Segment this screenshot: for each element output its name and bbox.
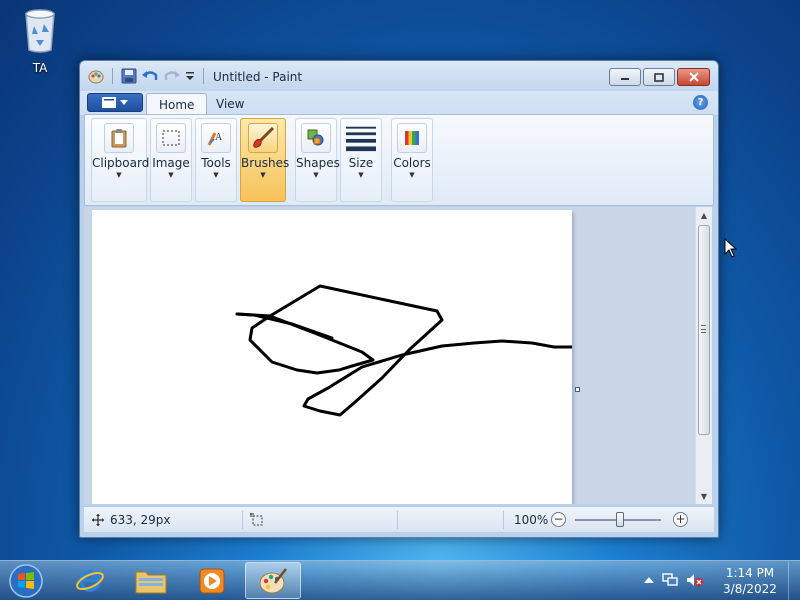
shapes-icon — [301, 123, 331, 153]
move-cursor-icon — [92, 514, 104, 526]
clipboard-icon — [104, 123, 134, 153]
quick-access-toolbar — [88, 68, 208, 84]
ribbon-group-label: Clipboard — [92, 156, 150, 170]
paint-window: Untitled - Paint Home View ? Clipboard ▼… — [79, 60, 719, 538]
minimize-button[interactable] — [609, 68, 641, 86]
drawing-canvas[interactable] — [92, 210, 574, 504]
tab-view[interactable]: View — [204, 93, 256, 115]
cursor-position: 633, 29px — [92, 513, 171, 527]
brush-icon — [248, 123, 278, 153]
ribbon-group-label: Colors — [393, 156, 431, 170]
ribbon-group-colors[interactable]: Colors ▼ — [391, 118, 433, 202]
taskbar: 1:14 PM 3/8/2022 — [0, 560, 800, 600]
taskbar-media-player[interactable] — [184, 562, 240, 599]
customize-toolbar-chevron-icon[interactable] — [185, 70, 195, 82]
ribbon-tab-bar: Home View ? — [80, 91, 718, 115]
help-icon[interactable]: ? — [693, 95, 708, 110]
status-divider — [503, 511, 504, 529]
tab-home[interactable]: Home — [146, 93, 208, 115]
zoom-level: 100% — [514, 513, 549, 527]
windows-logo-icon — [9, 564, 43, 598]
status-bar: 633, 29px 100% − + — [84, 506, 714, 532]
chevron-down-icon: ▼ — [213, 171, 219, 179]
ribbon-group-clipboard[interactable]: Clipboard ▼ — [91, 118, 150, 202]
status-divider — [242, 511, 243, 529]
taskbar-explorer[interactable] — [123, 562, 179, 599]
chevron-down-icon: ▼ — [260, 171, 266, 179]
ribbon-group-shapes[interactable]: Shapes ▼ — [295, 118, 340, 202]
undo-icon[interactable] — [141, 68, 159, 84]
redo-icon[interactable] — [163, 68, 181, 84]
mouse-pointer-icon — [724, 238, 738, 258]
paint-menu-button[interactable] — [87, 93, 143, 112]
canvas-workspace[interactable] — [84, 207, 695, 504]
internet-explorer-icon — [76, 569, 104, 592]
system-clock[interactable]: 1:14 PM 3/8/2022 — [708, 565, 792, 597]
ribbon-group-label: Image — [152, 156, 190, 170]
chevron-down-icon: ▼ — [116, 171, 122, 179]
svg-text:A: A — [215, 132, 223, 143]
ribbon-group-size[interactable]: Size ▼ — [340, 118, 382, 202]
save-icon[interactable] — [121, 68, 137, 84]
scroll-down-icon[interactable]: ▼ — [696, 488, 712, 504]
size-icon — [346, 123, 376, 153]
maximize-icon — [654, 72, 664, 82]
zoom-in-button[interactable]: + — [673, 512, 688, 527]
ribbon-group-label: Size — [348, 156, 374, 170]
ribbon-group-brushes[interactable]: Brushes ▼ — [240, 118, 290, 202]
minimize-icon — [621, 78, 629, 80]
media-player-icon — [199, 568, 225, 593]
chevron-down-icon — [120, 99, 128, 105]
recycle-bin-icon — [25, 9, 55, 53]
close-button[interactable] — [677, 68, 710, 86]
volume-muted-icon[interactable] — [686, 573, 704, 587]
recycle-bin-desktop-icon[interactable]: TA — [14, 6, 66, 75]
chevron-down-icon: ▼ — [168, 171, 174, 179]
taskbar-paint[interactable] — [245, 562, 301, 599]
ribbon-group-image[interactable]: Image ▼ — [150, 118, 192, 202]
menu-page-icon — [102, 97, 116, 108]
ribbon-group-tools[interactable]: A Tools ▼ — [195, 118, 237, 202]
zoom-slider-thumb[interactable] — [616, 512, 624, 527]
clock-time: 1:14 PM — [725, 566, 775, 580]
zoom-out-button[interactable]: − — [551, 512, 566, 527]
selection-size-icon — [250, 513, 263, 526]
colors-icon — [397, 123, 427, 153]
caption-buttons — [609, 68, 710, 86]
taskbar-internet-explorer[interactable] — [62, 562, 118, 599]
scroll-up-icon[interactable]: ▲ — [696, 207, 712, 223]
ribbon-home: Clipboard ▼ Image ▼ A Tools ▼ Brushes ▼ — [84, 114, 714, 206]
canvas-resize-handle[interactable] — [575, 387, 580, 392]
maximize-button[interactable] — [643, 68, 675, 86]
tools-icon: A — [201, 123, 231, 153]
status-divider — [397, 511, 398, 529]
chevron-down-icon: ▼ — [409, 171, 415, 179]
paint-palette-icon — [259, 567, 287, 593]
close-icon — [688, 72, 699, 82]
scroll-grip-icon — [701, 325, 706, 333]
paint-app-icon[interactable] — [88, 68, 104, 84]
chevron-down-icon: ▼ — [358, 171, 364, 179]
ribbon-group-label: Brushes — [241, 156, 290, 170]
network-icon[interactable] — [662, 573, 678, 587]
chevron-down-icon: ▼ — [313, 171, 319, 179]
cursor-position-text: 633, 29px — [110, 513, 171, 527]
freehand-stroke-drawing — [235, 284, 574, 417]
clock-date: 3/8/2022 — [723, 582, 777, 596]
vertical-scrollbar[interactable]: ▲ ▼ — [695, 207, 712, 504]
show-desktop-button[interactable] — [788, 561, 800, 600]
recycle-bin-label: TA — [32, 61, 48, 75]
ribbon-group-label: Shapes — [296, 156, 340, 170]
window-title: Untitled - Paint — [213, 70, 303, 84]
ribbon-group-label: Tools — [201, 156, 231, 170]
title-bar[interactable]: Untitled - Paint — [80, 61, 718, 91]
select-icon — [156, 123, 186, 153]
start-button[interactable] — [6, 562, 46, 600]
notification-area — [644, 573, 704, 587]
show-hidden-icons-icon[interactable] — [644, 576, 654, 584]
folder-icon — [135, 571, 167, 593]
